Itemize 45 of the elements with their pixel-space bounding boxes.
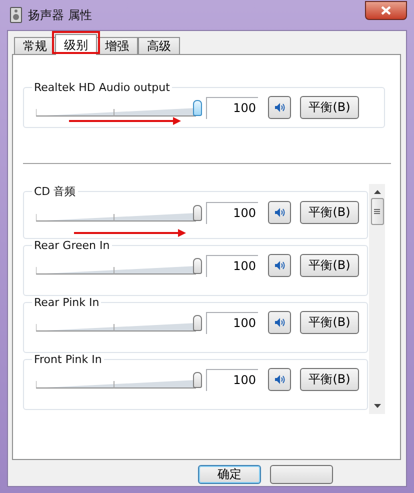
speaker-icon (274, 260, 285, 271)
balance-button[interactable]: 平衡(B) (300, 201, 359, 224)
mute-button[interactable] (268, 368, 291, 391)
scroll-down-icon (374, 404, 380, 408)
speaker-icon (274, 317, 285, 328)
scroll-thumb[interactable] (370, 198, 384, 225)
slider-thumb[interactable] (193, 204, 202, 220)
scrollbar[interactable] (369, 184, 385, 414)
balance-button[interactable]: 平衡(B) (300, 254, 359, 277)
volume-field[interactable]: 100 (206, 96, 258, 118)
volume-field[interactable]: 100 (206, 202, 258, 224)
channel-name: Rear Green In (33, 239, 111, 252)
channel-name: Front Pink In (33, 353, 103, 366)
slider-thumb[interactable] (193, 372, 202, 388)
speaker-device-icon (10, 7, 22, 23)
speaker-icon (274, 102, 285, 113)
highlight-frame (52, 31, 100, 54)
ok-button[interactable]: 确定 (198, 465, 261, 484)
balance-button[interactable]: 平衡(B) (300, 96, 359, 119)
slider-thumb[interactable] (193, 258, 202, 274)
dialog-button[interactable] (270, 465, 333, 484)
window-title: 扬声器 属性 (28, 6, 93, 24)
channel-name: Rear Pink In (33, 296, 100, 309)
mute-button[interactable] (268, 311, 291, 334)
channel-name: Realtek HD Audio output (33, 81, 171, 94)
scroll-up-icon (374, 190, 380, 194)
tab[interactable]: 常规 (14, 37, 56, 55)
mute-button[interactable] (268, 201, 291, 224)
speaker-icon (274, 207, 285, 218)
tab[interactable]: 级别 (55, 34, 97, 55)
tab[interactable]: 增强 (96, 37, 138, 55)
slider-thumb[interactable] (193, 100, 202, 116)
slider-thumb[interactable] (193, 314, 202, 330)
speaker-icon (274, 374, 285, 385)
volume-field[interactable]: 100 (206, 254, 258, 276)
volume-field[interactable]: 100 (206, 368, 258, 390)
balance-button[interactable]: 平衡(B) (300, 311, 359, 334)
mute-button[interactable] (268, 96, 291, 119)
tab[interactable]: 高级 (138, 37, 180, 55)
close-icon (381, 6, 391, 14)
balance-button[interactable]: 平衡(B) (300, 368, 359, 391)
close-button[interactable] (365, 0, 407, 20)
volume-field[interactable]: 100 (206, 312, 258, 334)
channel-name: CD 音频 (33, 184, 77, 199)
mute-button[interactable] (268, 254, 291, 277)
